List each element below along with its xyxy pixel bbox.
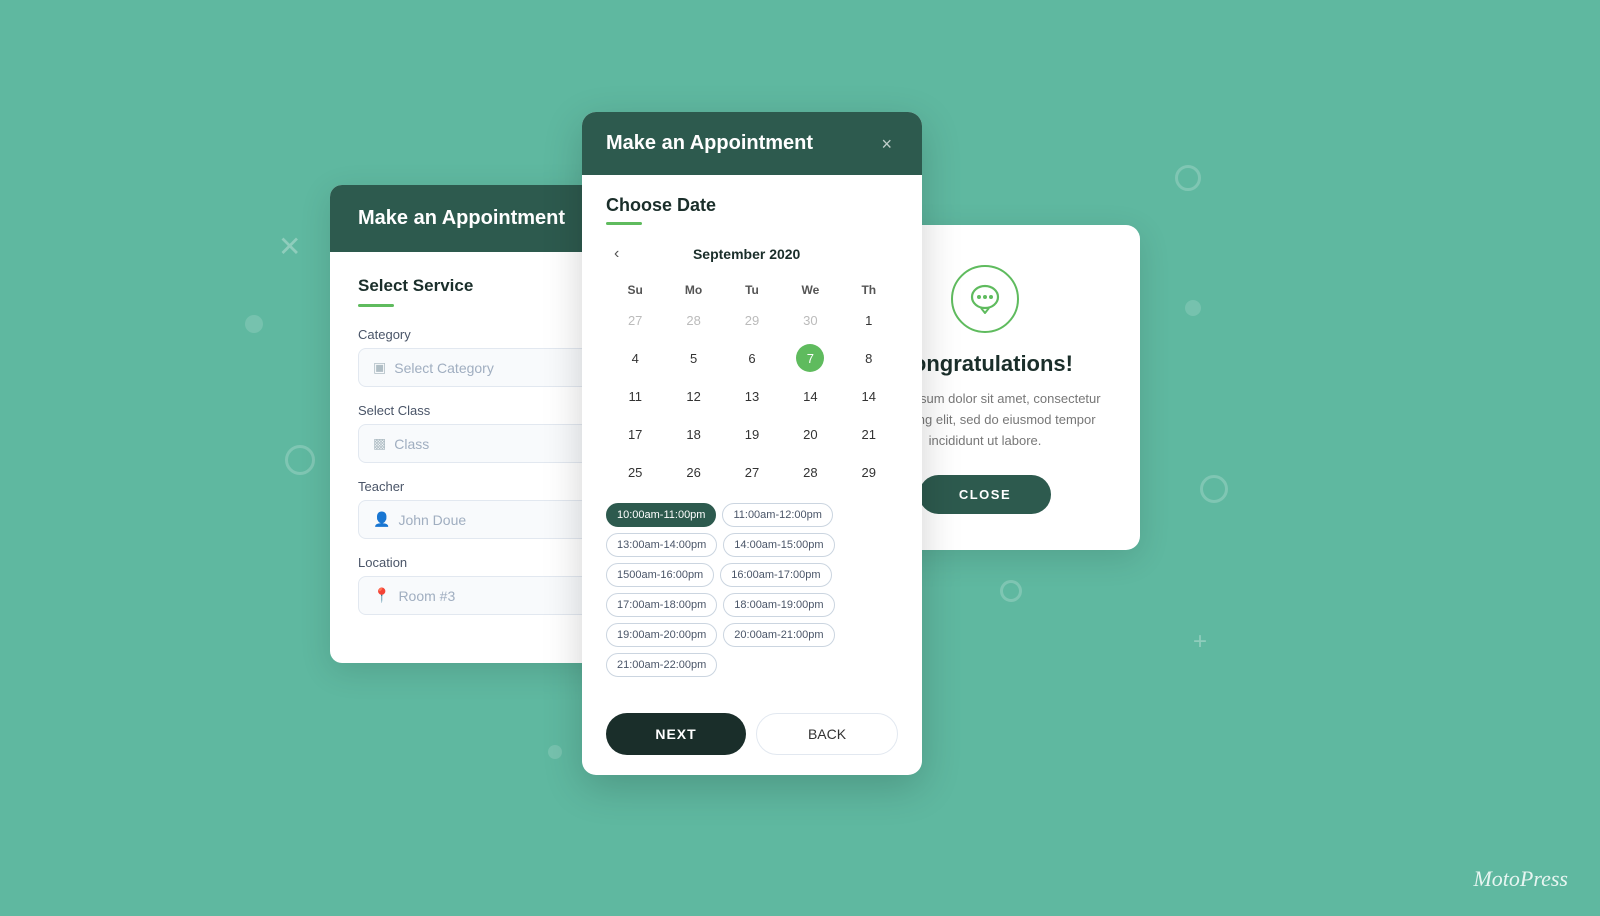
cal-cell[interactable]: 29 — [840, 453, 898, 491]
deco-ring-2 — [1175, 165, 1201, 191]
teacher-label: Teacher — [358, 479, 612, 494]
calendar: ‹ September 2020 Su Mo Tu We Th — [606, 241, 898, 491]
watermark: MotoPress — [1473, 866, 1568, 892]
cal-cell[interactable]: 20 — [781, 415, 839, 453]
cal-day-tu: Tu — [723, 279, 781, 301]
cal-cell[interactable]: 12 — [664, 377, 722, 415]
deco-ring-4 — [1000, 580, 1022, 602]
class-label: Select Class — [358, 403, 612, 418]
cal-month-label: September 2020 — [693, 246, 800, 262]
close-button[interactable]: CLOSE — [919, 475, 1051, 514]
cal-header-row: Su Mo Tu We Th — [606, 279, 898, 301]
cal-cell[interactable]: 29 — [723, 301, 781, 339]
cal-prev-button[interactable]: ‹ — [606, 241, 627, 267]
congrats-icon — [951, 265, 1019, 333]
cal-row: 2526272829 — [606, 453, 898, 491]
category-label: Category — [358, 327, 612, 342]
cal-day-mo: Mo — [664, 279, 722, 301]
cal-day-th: Th — [840, 279, 898, 301]
cal-cell[interactable]: 14 — [840, 377, 898, 415]
time-slot-button[interactable]: 17:00am-18:00pm — [606, 593, 717, 617]
deco-cross-1: ✕ — [278, 230, 301, 263]
time-slots: 10:00am-11:00pm11:00am-12:00pm13:00am-14… — [606, 503, 898, 677]
time-slot-button[interactable]: 20:00am-21:00pm — [723, 623, 834, 647]
cal-cell[interactable]: 6 — [723, 339, 781, 377]
cal-cell[interactable]: 21 — [840, 415, 898, 453]
category-icon: ▣ — [373, 359, 386, 376]
cal-row: 1718192021 — [606, 415, 898, 453]
cal-cell[interactable]: 28 — [664, 301, 722, 339]
back-button[interactable]: BACK — [756, 713, 898, 755]
congrats-title: Congratulations! — [897, 351, 1073, 377]
cal-cell[interactable]: 1 — [840, 301, 898, 339]
time-slot-button[interactable]: 13:00am-14:00pm — [606, 533, 717, 557]
modal-title: Make an Appointment — [606, 132, 813, 155]
time-slot-button[interactable]: 10:00am-11:00pm — [606, 503, 716, 527]
cal-cell[interactable]: 17 — [606, 415, 664, 453]
cal-cell[interactable]: 18 — [664, 415, 722, 453]
teacher-value: John Doue — [398, 512, 466, 528]
cal-cell[interactable]: 5 — [664, 339, 722, 377]
time-slot-button[interactable]: 14:00am-15:00pm — [723, 533, 834, 557]
cal-cell[interactable]: 8 — [840, 339, 898, 377]
time-slot-button[interactable]: 16:00am-17:00pm — [720, 563, 831, 587]
cal-day-we: We — [781, 279, 839, 301]
location-input[interactable]: 📍 Room #3 — [358, 576, 612, 615]
cal-cell[interactable]: 19 — [723, 415, 781, 453]
calendar-nav: ‹ September 2020 — [606, 241, 898, 267]
appointment-modal: Make an Appointment × Choose Date ‹ Sept… — [582, 112, 922, 775]
class-value: Class — [394, 436, 429, 452]
deco-circle-3 — [1185, 300, 1201, 316]
cal-cell[interactable]: 26 — [664, 453, 722, 491]
modal-footer: NEXT BACK — [582, 713, 922, 775]
cal-cell[interactable]: 28 — [781, 453, 839, 491]
cal-cell[interactable]: 13 — [723, 377, 781, 415]
card1-title: Make an Appointment — [358, 207, 612, 230]
next-button[interactable]: NEXT — [606, 713, 746, 755]
cal-cell[interactable]: 14 — [781, 377, 839, 415]
deco-circle-4 — [548, 745, 562, 759]
category-value: Select Category — [394, 360, 494, 376]
cal-cell[interactable]: 30 — [781, 301, 839, 339]
cal-row: 272829301 — [606, 301, 898, 339]
cal-row: 45678 — [606, 339, 898, 377]
cal-cell[interactable]: 25 — [606, 453, 664, 491]
time-slot-button[interactable]: 18:00am-19:00pm — [723, 593, 834, 617]
deco-plus-1: + — [1193, 628, 1207, 656]
card1-underline — [358, 304, 394, 307]
teacher-icon: 👤 — [373, 511, 390, 528]
calendar-grid: Su Mo Tu We Th 2728293014567811121314141… — [606, 279, 898, 491]
cal-cell[interactable]: 27 — [723, 453, 781, 491]
choose-date-title: Choose Date — [606, 195, 898, 216]
modal-body: Choose Date ‹ September 2020 Su Mo Tu We — [582, 175, 922, 713]
cal-day-su: Su — [606, 279, 664, 301]
chat-bubble-icon — [967, 281, 1003, 317]
choose-date-underline — [606, 222, 642, 225]
deco-ring-1 — [285, 445, 315, 475]
time-slot-button[interactable]: 21:00am-22:00pm — [606, 653, 717, 677]
time-slot-button[interactable]: 11:00am-12:00pm — [722, 503, 832, 527]
cal-cell[interactable]: 27 — [606, 301, 664, 339]
cal-row: 1112131414 — [606, 377, 898, 415]
deco-ring-3 — [1200, 475, 1228, 503]
location-label: Location — [358, 555, 612, 570]
card1-section-title: Select Service — [358, 276, 612, 296]
time-slot-button[interactable]: 19:00am-20:00pm — [606, 623, 717, 647]
cal-cell[interactable]: 4 — [606, 339, 664, 377]
category-input[interactable]: ▣ Select Category — [358, 348, 612, 387]
location-value: Room #3 — [398, 588, 455, 604]
modal-close-button[interactable]: × — [875, 133, 898, 155]
class-icon: ▩ — [373, 435, 386, 452]
location-icon: 📍 — [373, 587, 390, 604]
time-slot-button[interactable]: 1500am-16:00pm — [606, 563, 714, 587]
class-input[interactable]: ▩ Class — [358, 424, 612, 463]
modal-header: Make an Appointment × — [582, 112, 922, 175]
deco-circle-1 — [245, 315, 263, 333]
teacher-input[interactable]: 👤 John Doue — [358, 500, 612, 539]
cal-cell[interactable]: 7 — [781, 339, 839, 377]
calendar-body: 2728293014567811121314141718192021252627… — [606, 301, 898, 491]
cal-cell[interactable]: 11 — [606, 377, 664, 415]
background: ✕ + Make an Appointment Select Service C… — [0, 0, 1600, 916]
